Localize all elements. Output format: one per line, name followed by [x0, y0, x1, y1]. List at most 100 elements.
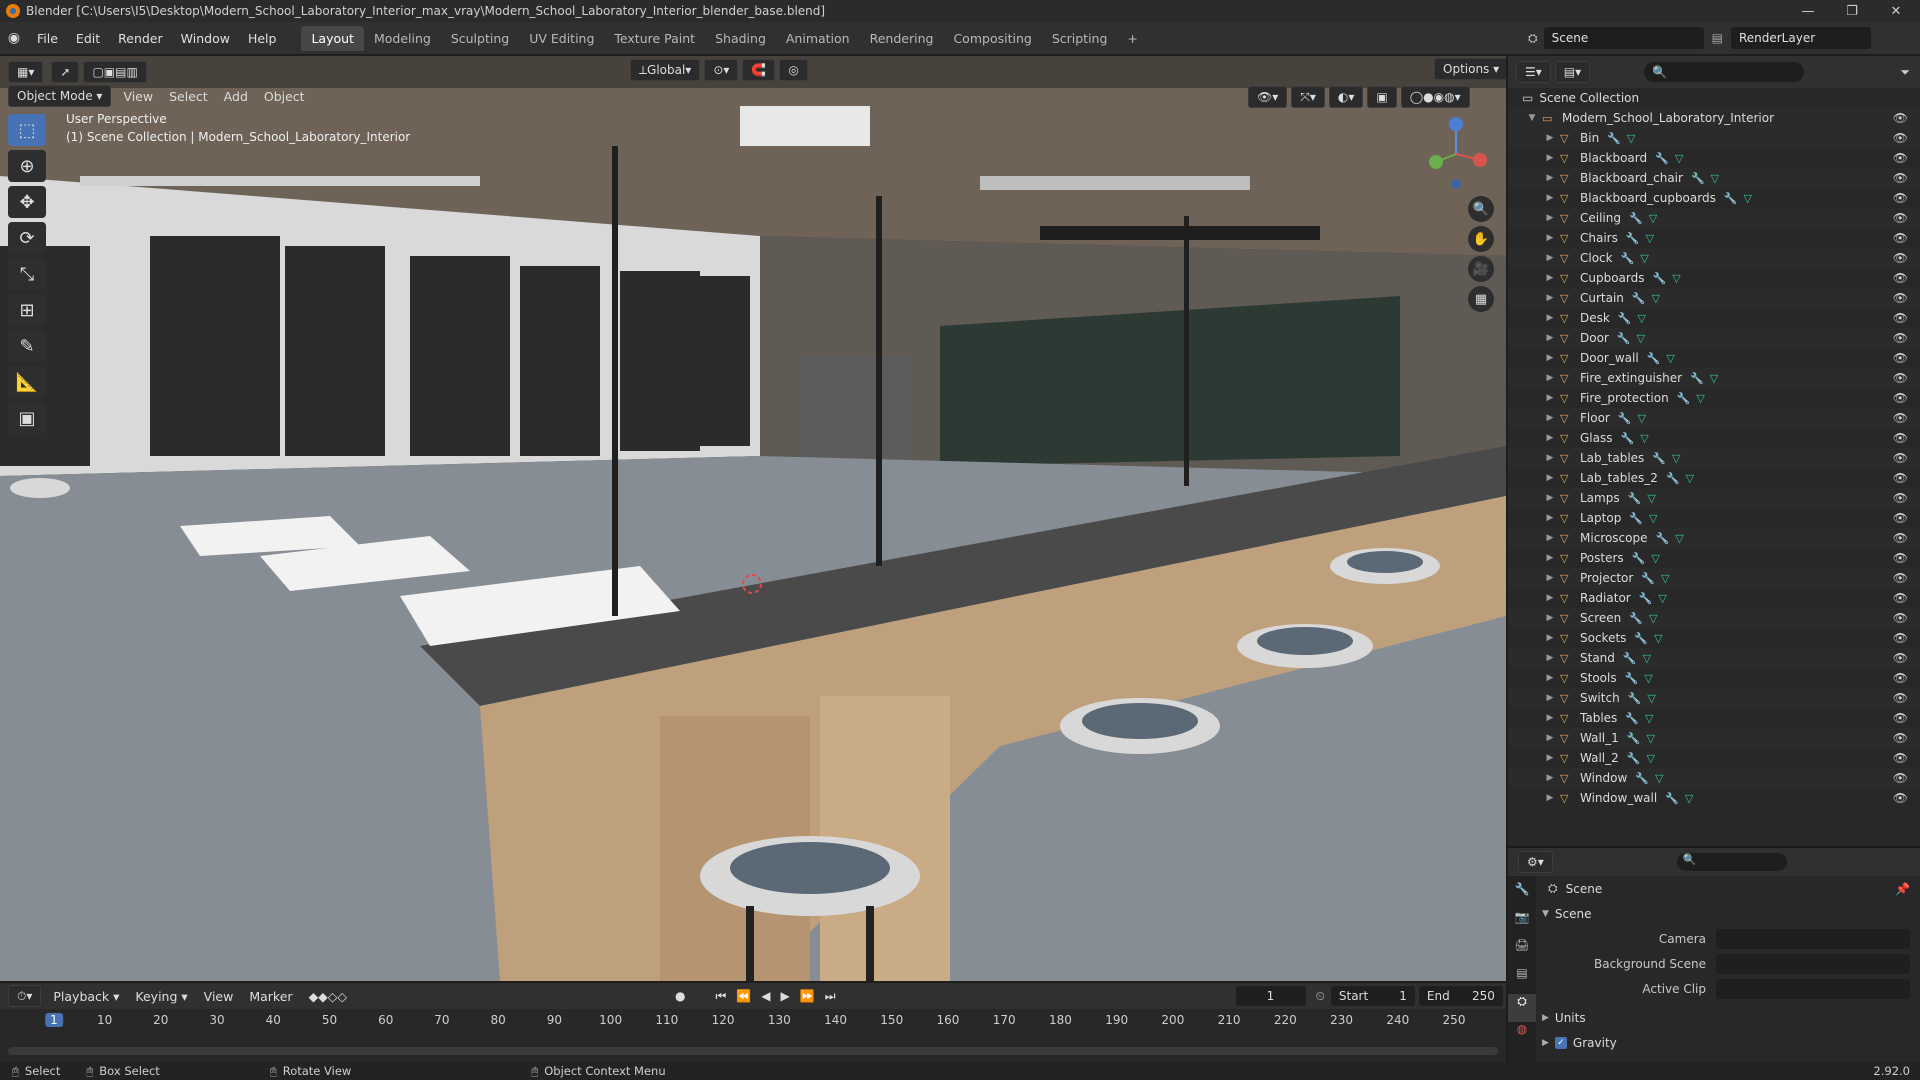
mesh-data-icon[interactable]: ▽	[1666, 352, 1674, 365]
mesh-data-icon[interactable]: ▽	[1672, 452, 1680, 465]
outliner-item[interactable]: ▶ ▽ Cupboards 🔧 ▽ 👁	[1508, 268, 1920, 288]
modifier-wrench-icon[interactable]: 🔧	[1632, 292, 1646, 305]
outliner-item[interactable]: ▶ ▽ Microscope 🔧 ▽ 👁	[1508, 528, 1920, 548]
eye-icon[interactable]: 👁	[1893, 591, 1908, 605]
outliner-item[interactable]: ▶ ▽ Wall_2 🔧 ▽ 👁	[1508, 748, 1920, 768]
visibility-icon[interactable]: 👁▾	[1248, 86, 1288, 108]
tab-scripting[interactable]: Scripting	[1042, 26, 1118, 51]
3d-viewport[interactable]: ▦▾ ➚ ▢▣▤▥ Object Mode ▾ View Select Add …	[0, 56, 1506, 981]
timeline-menu-view[interactable]: View	[196, 989, 242, 1004]
xray-icon[interactable]: ▣	[1367, 86, 1397, 108]
expand-arrow-icon[interactable]: ▶	[1544, 413, 1556, 423]
expand-arrow-icon[interactable]: ▶	[1544, 273, 1556, 283]
mesh-data-icon[interactable]: ▽	[1637, 332, 1645, 345]
expand-arrow-icon[interactable]: ▶	[1544, 193, 1556, 203]
expand-arrow-icon[interactable]: ▶	[1544, 713, 1556, 723]
outliner-item[interactable]: ▶ ▽ Glass 🔧 ▽ 👁	[1508, 428, 1920, 448]
expand-arrow-icon[interactable]: ▶	[1544, 213, 1556, 223]
modifier-wrench-icon[interactable]: 🔧	[1653, 272, 1667, 285]
expand-arrow-icon[interactable]: ▶	[1544, 633, 1556, 643]
mesh-data-icon[interactable]: ▽	[1661, 572, 1669, 585]
modifier-wrench-icon[interactable]: 🔧	[1647, 352, 1661, 365]
eye-icon[interactable]: 👁	[1893, 511, 1908, 525]
tab-compositing[interactable]: Compositing	[943, 26, 1041, 51]
shading-mode-icons[interactable]: ◯●◉◍▾	[1400, 86, 1470, 108]
laboratory-scene-render[interactable]	[0, 56, 1506, 981]
zoom-icon[interactable]: 🔍	[1468, 196, 1494, 222]
select-tool-icon[interactable]: ➚	[51, 61, 80, 83]
menu-help[interactable]: Help	[239, 31, 286, 46]
viewport-menu-add[interactable]: Add	[216, 89, 256, 104]
outliner-item[interactable]: ▶ ▽ Floor 🔧 ▽ 👁	[1508, 408, 1920, 428]
eye-icon[interactable]: 👁	[1893, 371, 1908, 385]
eye-icon[interactable]: 👁	[1893, 791, 1908, 805]
start-frame-field[interactable]: Start 1	[1330, 986, 1415, 1006]
annotate-icon[interactable]: ✎	[8, 330, 46, 362]
mesh-data-icon[interactable]: ▽	[1710, 372, 1718, 385]
eye-icon[interactable]: 👁	[1893, 751, 1908, 765]
viewport-menu-select[interactable]: Select	[161, 89, 216, 104]
expand-arrow-icon[interactable]: ▶	[1544, 573, 1556, 583]
mesh-data-icon[interactable]: ▽	[1696, 392, 1704, 405]
gravity-section-header[interactable]: ▶ ✓ Gravity	[1536, 1030, 1920, 1055]
units-section-header[interactable]: ▶ Units	[1536, 1005, 1920, 1030]
modifier-wrench-icon[interactable]: 🔧	[1621, 432, 1635, 445]
outliner-item[interactable]: ▶ ▽ Laptop 🔧 ▽ 👁	[1508, 508, 1920, 528]
eye-icon[interactable]: 👁	[1893, 771, 1908, 785]
viewport-menu-view[interactable]: View	[115, 89, 161, 104]
mesh-data-icon[interactable]: ▽	[1685, 792, 1693, 805]
selection-mode-icons[interactable]: ▢▣▤▥	[83, 61, 147, 83]
expand-arrow-icon[interactable]: ▶	[1544, 653, 1556, 663]
end-frame-field[interactable]: End 250	[1418, 986, 1503, 1006]
mesh-data-icon[interactable]: ▽	[1649, 612, 1657, 625]
transform-orientation-dropdown[interactable]: ⟂ Global ▾	[630, 59, 701, 81]
tab-layout[interactable]: Layout	[301, 25, 364, 51]
expand-arrow-icon[interactable]: ▶	[1544, 773, 1556, 783]
expand-arrow-icon[interactable]: ▶	[1544, 553, 1556, 563]
modifier-wrench-icon[interactable]: 🔧	[1724, 192, 1738, 205]
record-icon[interactable]: ●	[675, 989, 685, 1003]
mesh-data-icon[interactable]: ▽	[1646, 752, 1654, 765]
modifier-wrench-icon[interactable]: 🔧	[1632, 552, 1646, 565]
blender-menu-icon[interactable]: ◉	[0, 30, 28, 46]
mesh-data-icon[interactable]: ▽	[1651, 552, 1659, 565]
output-tab-icon[interactable]: 🖨	[1508, 938, 1536, 966]
expand-arrow-icon[interactable]: ▶	[1544, 433, 1556, 443]
timeline-menu-playback[interactable]: Playback ▾	[45, 989, 127, 1004]
mesh-data-icon[interactable]: ▽	[1658, 592, 1666, 605]
modifier-wrench-icon[interactable]: 🔧	[1628, 492, 1642, 505]
expand-arrow-icon[interactable]: ▶	[1544, 453, 1556, 463]
snap-icon[interactable]: 🧲	[742, 59, 776, 81]
modifier-wrench-icon[interactable]: 🔧	[1666, 472, 1680, 485]
expand-arrow-icon[interactable]: ▶	[1544, 513, 1556, 523]
collection-row[interactable]: ▼ ▭ Modern_School_Laboratory_Interior 👁	[1508, 108, 1920, 128]
prev-key-icon[interactable]: ⏪	[736, 989, 751, 1004]
modifier-wrench-icon[interactable]: 🔧	[1656, 532, 1670, 545]
scene-collection-row[interactable]: ▭ Scene Collection	[1508, 88, 1920, 108]
world-tab-icon[interactable]: ◍	[1508, 1022, 1536, 1050]
expand-arrow-icon[interactable]: ▶	[1544, 373, 1556, 383]
outliner-search-input[interactable]: 🔍	[1644, 62, 1805, 82]
eye-icon[interactable]: 👁	[1893, 231, 1908, 245]
mesh-data-icon[interactable]: ▽	[1647, 692, 1655, 705]
minimize-icon[interactable]: —	[1786, 0, 1830, 22]
outliner-item[interactable]: ▶ ▽ Chairs 🔧 ▽ 👁	[1508, 228, 1920, 248]
modifier-wrench-icon[interactable]: 🔧	[1618, 312, 1632, 325]
props-search-input[interactable]: 🔍	[1676, 853, 1787, 871]
expand-arrow-icon[interactable]: ▶	[1544, 173, 1556, 183]
play-icon[interactable]: ▶	[781, 989, 790, 1004]
menu-render[interactable]: Render	[109, 31, 172, 46]
menu-window[interactable]: Window	[172, 31, 239, 46]
outliner-item[interactable]: ▶ ▽ Switch 🔧 ▽ 👁	[1508, 688, 1920, 708]
tab-sculpting[interactable]: Sculpting	[441, 26, 519, 51]
modifier-wrench-icon[interactable]: 🔧	[1641, 572, 1655, 585]
tab-uv-editing[interactable]: UV Editing	[519, 26, 604, 51]
eye-icon[interactable]: 👁	[1893, 471, 1908, 485]
modifier-wrench-icon[interactable]: 🔧	[1690, 372, 1704, 385]
eye-icon[interactable]: 👁	[1893, 131, 1908, 145]
modifier-wrench-icon[interactable]: 🔧	[1628, 692, 1642, 705]
outliner-item[interactable]: ▶ ▽ Stand 🔧 ▽ 👁	[1508, 648, 1920, 668]
add-workspace-icon[interactable]: +	[1117, 26, 1147, 51]
modifier-wrench-icon[interactable]: 🔧	[1629, 212, 1643, 225]
collapse-arrow-icon[interactable]: ▼	[1526, 113, 1538, 123]
